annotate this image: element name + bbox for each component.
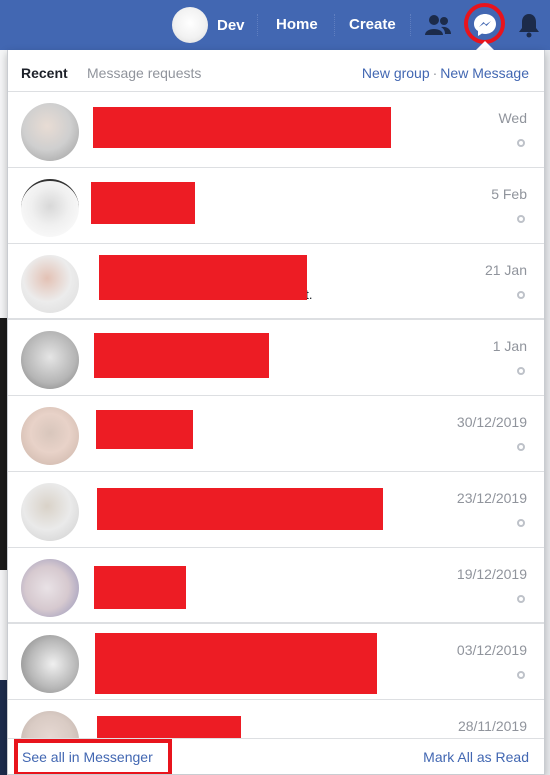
background-page [545,50,550,775]
avatar [21,407,79,465]
avatar [21,179,79,237]
profile-name: Dev [217,16,245,34]
dropdown-caret [476,41,494,50]
redacted-name [94,566,186,609]
messenger-highlight-circle [464,3,505,44]
avatar [21,331,79,389]
mark-read-toggle[interactable] [517,519,525,527]
conversation-row[interactable]: 23/12/2019 [8,472,544,548]
avatar [21,483,79,541]
mark-read-toggle[interactable] [517,139,525,147]
avatar [21,103,79,161]
friend-requests-icon [425,15,451,35]
create-link[interactable]: Create [349,16,396,33]
mark-read-toggle[interactable] [517,595,525,603]
redacted-name [95,633,377,694]
redacted-name [94,333,269,378]
conversation-date: 03/12/2019 [456,642,527,658]
conversation-list: Wed 5 Feb nt. 21 Jan 1 Jan 30/12/2019 [8,92,544,774]
redacted-name [99,255,307,300]
conversation-row[interactable]: Wed [8,92,544,168]
conversation-date: 21 Jan [484,262,527,278]
avatar [21,635,79,693]
divider [410,14,411,36]
avatar [172,7,208,43]
divider [257,14,258,36]
avatar [21,255,79,313]
conversation-row[interactable]: 5 Feb [8,168,544,244]
redacted-name [93,107,391,148]
mark-read-toggle[interactable] [517,215,525,223]
conversation-date: 23/12/2019 [456,490,527,506]
conversation-date: 28/11/2019 [457,718,527,734]
conversation-date: 19/12/2019 [456,566,527,582]
top-navbar: Dev Home Create [0,0,550,50]
notifications-button[interactable] [512,8,546,42]
messenger-dropdown: Recent Message requests New group · New Me… [7,50,545,775]
conversation-date: 5 Feb [491,186,527,202]
mark-all-as-read-link[interactable]: Mark All as Read [423,749,529,765]
redacted-name [96,410,193,449]
conversation-date: Wed [498,110,527,126]
dropdown-footer: See all in Messenger Mark All as Read [8,738,544,774]
conversation-row[interactable]: 03/12/2019 [8,624,544,700]
home-link[interactable]: Home [276,16,318,33]
separator: · [432,65,438,81]
see-all-highlight-box [14,739,172,774]
divider [334,14,335,36]
mark-read-toggle[interactable] [517,443,525,451]
new-message-link[interactable]: New Message [440,65,529,81]
mark-read-toggle[interactable] [517,291,525,299]
header-actions: New group · New Message [362,65,529,81]
avatar [21,559,79,617]
notifications-icon [519,14,539,38]
conversation-row[interactable]: 19/12/2019 [8,548,544,624]
tab-recent[interactable]: Recent [21,65,68,81]
friend-requests-button[interactable] [421,8,455,42]
new-group-link[interactable]: New group [362,65,430,81]
mark-read-toggle[interactable] [517,367,525,375]
conversation-date: 1 Jan [492,338,527,354]
conversation-row[interactable]: nt. 21 Jan [8,244,544,320]
tab-message-requests[interactable]: Message requests [87,65,201,81]
redacted-name [91,182,195,224]
mark-read-toggle[interactable] [517,671,525,679]
profile-link[interactable]: Dev [172,7,245,43]
conversation-row[interactable]: 30/12/2019 [8,396,544,472]
dropdown-header: Recent Message requests New group · New Me… [8,50,544,92]
conversation-date: 30/12/2019 [456,414,527,430]
redacted-name [97,488,383,530]
conversation-row[interactable]: 1 Jan [8,320,544,396]
